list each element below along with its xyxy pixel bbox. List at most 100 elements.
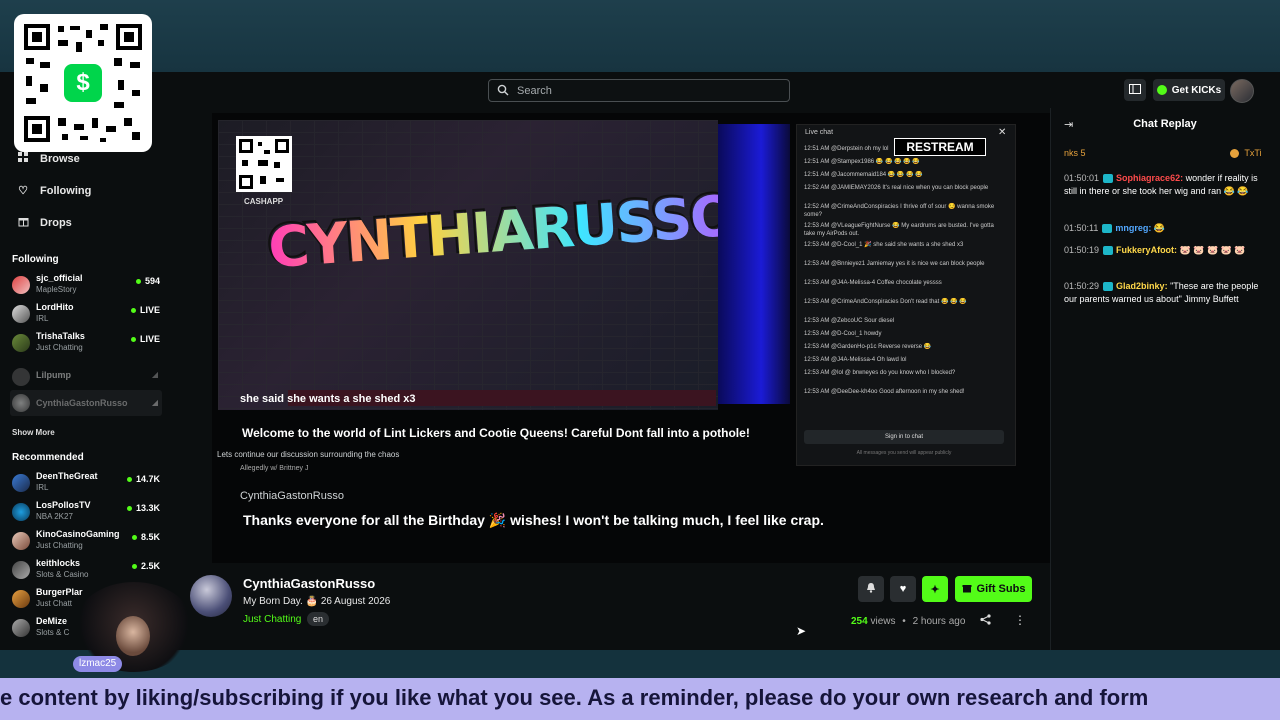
sparkle-icon: ✦ [930, 583, 940, 596]
cashapp-logo-icon: $ [64, 64, 102, 102]
sparkle-button[interactable]: ✦ [922, 576, 948, 602]
live-chat-message: 12:53 AM @CrimeAndConspiracies Don't rea… [804, 299, 967, 305]
stream-screen-capture: CYNTHIARUSSO CYNTHIARUSSO [218, 120, 718, 410]
viewer-count: 594 [136, 276, 160, 286]
sidebar-channel-sjc-official[interactable]: sjc_official MapleStory 594 [10, 272, 162, 298]
subscriber-badge-icon [1103, 246, 1114, 256]
recommended-section-title: Recommended [12, 452, 84, 463]
avatar [12, 305, 30, 323]
channel-name: BurgerPlar [36, 587, 83, 597]
subscriber-badge-icon [1103, 282, 1114, 292]
sidebar-channel-kinocasinogaming[interactable]: KinoCasinoGaming Just Chatting 8.5K [10, 528, 162, 554]
get-kicks-button[interactable]: Get KICKs [1153, 79, 1225, 101]
user-avatar[interactable] [1230, 79, 1254, 103]
live-chat-message: 12:53 AM @Bnnieyez1 Jamiemay yes it is n… [804, 261, 985, 267]
notification-button[interactable] [858, 576, 884, 602]
channel-name: LordHito [36, 302, 74, 312]
follow-button[interactable]: ♥ [890, 576, 916, 602]
viewer-count: 2.5K [132, 561, 160, 571]
gift-subs-label: Gift Subs [976, 583, 1026, 595]
channel-name: KinoCasinoGaming [36, 529, 120, 539]
live-badge: LIVE [131, 334, 160, 344]
gift-leaderboard-right: TxTi [1230, 148, 1262, 159]
gift-subs-button[interactable]: Gift Subs [955, 576, 1032, 602]
live-chat-message: 12:53 AM @lol @ brwneyes do you know who… [804, 370, 956, 376]
chat-timestamp: 01:50:19 [1064, 245, 1100, 255]
overlay-streamer-name: CynthiaGastonRusso [240, 490, 344, 502]
sidebar-channel-lospollostv[interactable]: LosPollosTV NBA 2K27 13.3K [10, 499, 162, 525]
nav-browse[interactable]: Browse [16, 152, 80, 165]
channel-name: DeMize [36, 616, 68, 626]
channel-category: IRL [36, 314, 49, 323]
nav-drops[interactable]: Drops [16, 216, 72, 230]
channel-name: sjc_official [36, 273, 83, 283]
subscriber-badge-icon [1102, 224, 1113, 234]
views-count: 254 [851, 616, 868, 627]
kick-coin-icon [1156, 85, 1167, 95]
live-chat-message: 12:53 AM @J4A-Melissa-4 Coffee chocolate… [804, 280, 942, 286]
search-input[interactable]: Search [488, 79, 790, 102]
live-chat-message: 12:53 AM @VLeagueFightNurse 😂 My eardrum… [804, 223, 994, 237]
language-badge: en [307, 612, 330, 626]
channel-name: DeenTheGreat [36, 471, 98, 481]
channel-category: MapleStory [36, 285, 77, 294]
viewer-count: 13.3K [127, 503, 160, 513]
sidebar-channel-keithlocks[interactable]: keithlocks Slots & Casino 2.5K [10, 557, 162, 583]
channel-avatar[interactable] [190, 575, 232, 617]
mouse-cursor-icon: ➤ [796, 624, 807, 638]
channel-category: Just Chatt [36, 599, 73, 608]
caption-welcome: Welcome to the world of Lint Lickers and… [242, 426, 750, 440]
overlay-bottom-band [0, 650, 1280, 678]
channel-category: Slots & C [36, 628, 70, 637]
nav-following[interactable]: ♡ Following [16, 184, 91, 198]
more-options-icon[interactable]: ⋮ [1014, 613, 1026, 627]
stream-age: 2 hours ago [912, 616, 966, 627]
chat-message: 01:50:11 mngreg: 😂 [1064, 222, 1269, 235]
chat-username[interactable]: Glad2binky: [1116, 281, 1168, 291]
avatar [12, 368, 30, 386]
channel-name-title[interactable]: CynthiaGastonRusso [243, 576, 375, 591]
cashapp-qr-code: $ [14, 14, 152, 152]
gift-leaderboard-right-label: TxTi [1244, 148, 1262, 158]
chat-username[interactable]: Sophiagrace62: [1116, 173, 1183, 183]
viewer-count: 14.7K [127, 474, 160, 484]
share-icon[interactable] [980, 614, 991, 628]
subscriber-badge-icon [1103, 174, 1114, 184]
browse-icon [16, 152, 30, 165]
layout-toggle-button[interactable] [1124, 79, 1146, 101]
overlay-birthday-message: Thanks everyone for all the Birthday 🎉 w… [243, 512, 824, 528]
sidebar-channel-cynthiagastonrusso[interactable]: CynthiaGastonRusso ◢ [10, 390, 162, 416]
avatar [12, 474, 30, 492]
avatar [12, 503, 30, 521]
stream-category-link[interactable]: Just Chatting [243, 614, 301, 625]
avatar [12, 276, 30, 294]
live-badge: LIVE [131, 305, 160, 315]
webcam-face [116, 616, 150, 656]
layout-icon [1129, 83, 1141, 97]
channel-name: Lilpump [36, 370, 71, 380]
cashapp-label: CASHAPP [244, 197, 284, 206]
live-chat-message: 12:51 AM @Derpstein oh my lol [804, 146, 889, 152]
channel-name: TrishaTalks [36, 331, 85, 341]
avatar [12, 561, 30, 579]
avatar [12, 619, 30, 637]
live-chat-message: 12:51 AM @Stampex1986 😂 😂 😂 😂 😂 [804, 159, 920, 165]
sidebar-channel-lordhito[interactable]: LordHito IRL LIVE [10, 301, 162, 327]
channel-category: Slots & Casino [36, 570, 89, 579]
chat-username[interactable]: mngreg: [1115, 223, 1151, 233]
scrolling-ticker: e content by liking/subscribing if you l… [0, 678, 1280, 720]
sidebar-channel-lilpump[interactable]: Lilpump ◢ [10, 364, 162, 390]
channel-name: CynthiaGastonRusso [36, 398, 128, 408]
chat-message: 01:50:19 FukkeryAfoot: 🐷 🐷 🐷 🐷 🐷 [1064, 244, 1269, 257]
offline-icon: ◢ [151, 370, 158, 379]
avatar [12, 334, 30, 352]
live-chat-message: 12:52 AM @JAMIEMAY2026 It's real nice wh… [804, 185, 989, 191]
stream-title: My Born Day. 🎂 26 August 2026 [243, 596, 391, 607]
sidebar-channel-trishatalks[interactable]: TrishaTalks Just Chatting LIVE [10, 330, 162, 356]
signin-to-chat-button: Sign in to chat [804, 430, 1004, 444]
live-chat-note: All messages you send will appear public… [856, 450, 952, 456]
chat-username[interactable]: FukkeryAfoot: [1116, 245, 1177, 255]
sidebar-channel-deenthegreat[interactable]: DeenTheGreat IRL 14.7K [10, 470, 162, 496]
chat-timestamp: 01:50:11 [1064, 223, 1099, 233]
show-more-link[interactable]: Show More [12, 428, 55, 437]
